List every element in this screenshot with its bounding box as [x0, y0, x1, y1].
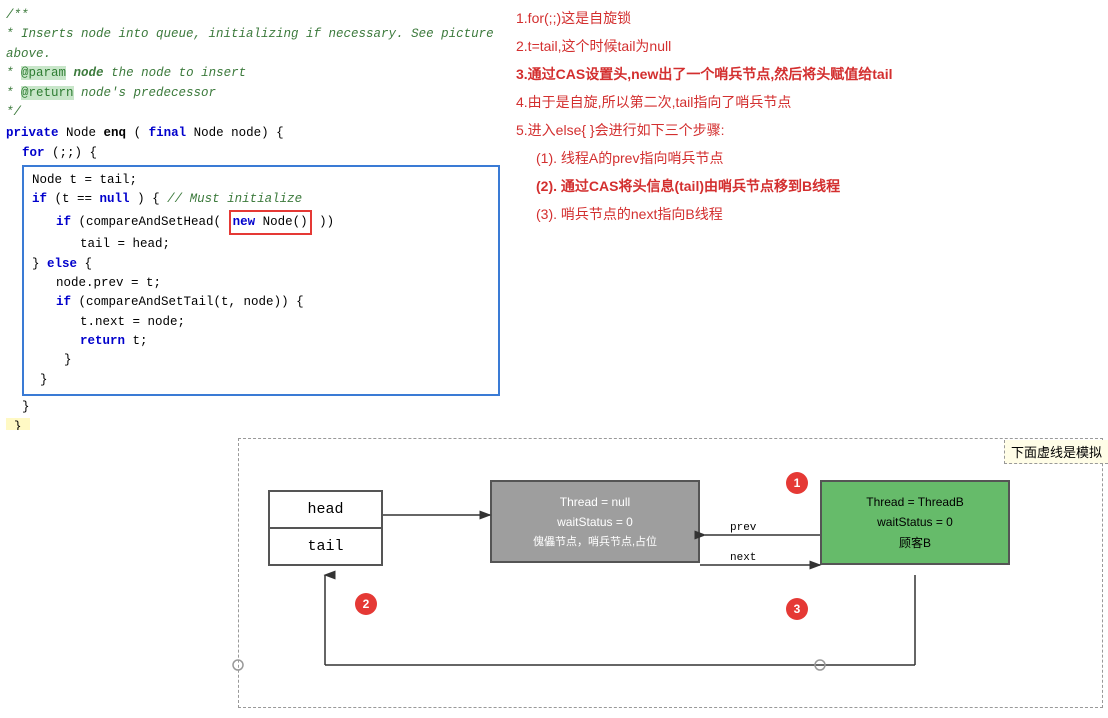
- threadb-line2: waitStatus = 0: [826, 512, 1004, 532]
- sentinel-line1: Thread = null: [496, 492, 694, 512]
- sentinel-line2: waitStatus = 0: [496, 512, 694, 532]
- annotation-panel: 1.for(;;)这是自旋锁 2.t=tail,这个时候tail为null 3.…: [500, 0, 1108, 440]
- if-null-line: if (t == null ) { // Must initialize: [32, 190, 490, 209]
- annotation-1: 1.for(;;)这是自旋锁: [516, 4, 1092, 32]
- tail-cell: tail: [270, 529, 381, 564]
- cas-head-line: if (compareAndSetHead( new Node() )): [32, 210, 490, 235]
- sentinel-box: Thread = null waitStatus = 0 傀儡节点，哨兵节点,占…: [490, 480, 700, 563]
- for-line: for (;;) {: [6, 144, 500, 163]
- sentinel-line3: 傀儡节点，哨兵节点,占位: [496, 533, 694, 552]
- threadb-line1: Thread = ThreadB: [826, 492, 1004, 512]
- annotation-5-3: (3). 哨兵节点的next指向B线程: [516, 200, 1092, 228]
- head-tail-box: head tail: [268, 490, 383, 566]
- node-t-line: Node t = tail;: [32, 171, 490, 190]
- comment-line-2: * Inserts node into queue, initializing …: [6, 25, 500, 64]
- threadb-box: Thread = ThreadB waitStatus = 0 顾客B: [820, 480, 1010, 565]
- comment-line-4: * @return node's predecessor: [6, 84, 500, 103]
- t-next-line: t.next = node;: [32, 313, 490, 332]
- badge-3: 3: [786, 598, 808, 620]
- method-signature: private Node enq ( final Node node) {: [6, 124, 500, 143]
- comment-line-1: /**: [6, 6, 500, 25]
- blue-bordered-block: Node t = tail; if (t == null ) { // Must…: [22, 165, 500, 396]
- else-open-line: } else {: [32, 255, 490, 274]
- annotation-5-2: (2). 通过CAS将头信息(tail)由哨兵节点移到B线程: [516, 172, 1092, 200]
- comment-line-5: */: [6, 103, 500, 122]
- page-wrapper: /** * Inserts node into queue, initializ…: [0, 0, 1108, 718]
- threadb-line3: 顾客B: [826, 533, 1004, 553]
- dashed-region: [238, 438, 1103, 708]
- tail-head-line: tail = head;: [32, 235, 490, 254]
- inner-close: }: [32, 351, 490, 370]
- node-prev-line: node.prev = t;: [32, 274, 490, 293]
- head-cell: head: [270, 492, 381, 529]
- badge-2: 2: [355, 593, 377, 615]
- comment-line-3: * @param node the node to insert: [6, 64, 500, 83]
- code-panel: /** * Inserts node into queue, initializ…: [0, 0, 500, 440]
- code-comment-block: /** * Inserts node into queue, initializ…: [6, 6, 500, 122]
- annotation-5-1: (1). 线程A的prev指向哨兵节点: [516, 144, 1092, 172]
- else-close: }: [32, 371, 490, 390]
- annotation-2: 2.t=tail,这个时候tail为null: [516, 32, 1092, 60]
- dashed-label: 下面虚线是模拟: [1004, 440, 1108, 464]
- annotation-5: 5.进入else{ }会进行如下三个步骤:: [516, 116, 1092, 144]
- cas-tail-line: if (compareAndSetTail(t, node)) {: [32, 293, 490, 312]
- diagram-section: 下面虚线是模拟 head tail Thread = null waitStat…: [0, 430, 1108, 718]
- return-t-line: return t;: [32, 332, 490, 351]
- annotation-3: 3.通过CAS设置头,new出了一个哨兵节点,然后将头赋值给tail: [516, 60, 1092, 88]
- badge-1: 1: [786, 472, 808, 494]
- annotation-4: 4.由于是自旋,所以第二次,tail指向了哨兵节点: [516, 88, 1092, 116]
- loop-close: }: [6, 398, 500, 417]
- top-section: /** * Inserts node into queue, initializ…: [0, 0, 1108, 440]
